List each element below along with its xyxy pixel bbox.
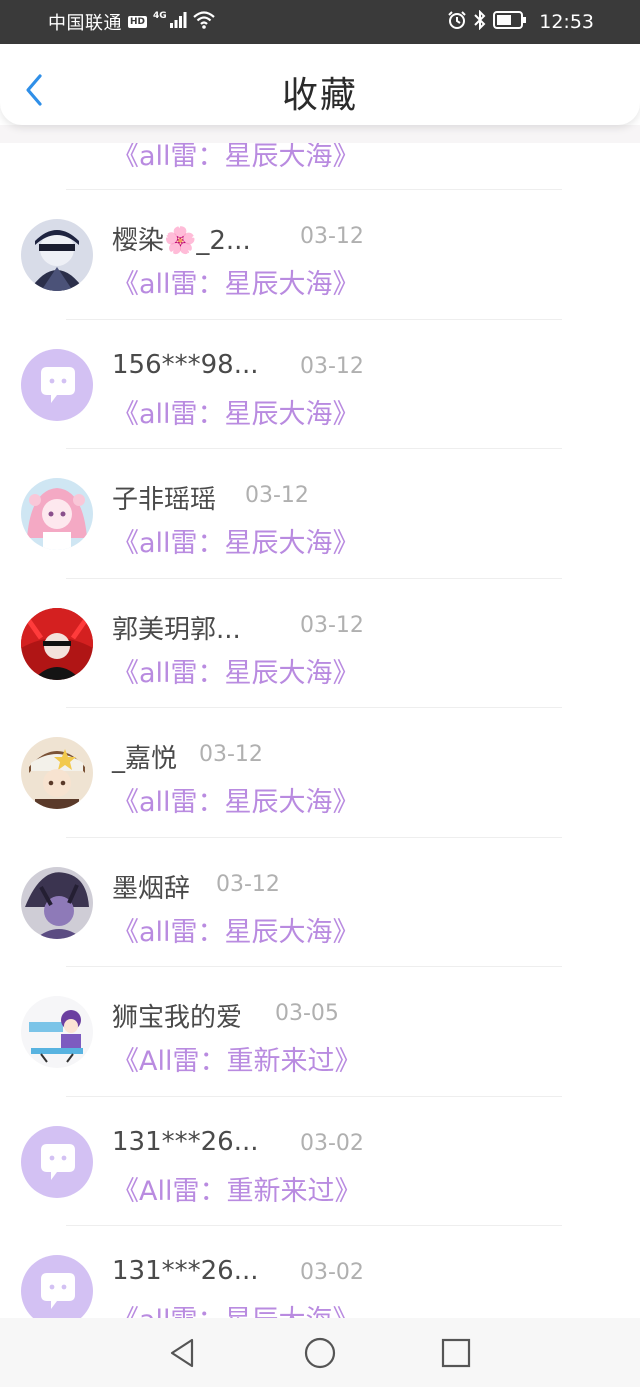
avatar (21, 219, 93, 291)
date-label: 03-02 (300, 1130, 364, 1156)
hd-badge: HD (128, 16, 148, 28)
triangle-back-icon (170, 1338, 194, 1368)
favorites-list-viewport[interactable]: 《all雷：星辰大海》 樱染🌸_2... 03-12 《all雷：星辰大海》 1… (0, 125, 640, 1318)
avatar (21, 1255, 93, 1318)
list-item[interactable]: _嘉悦 03-12 《all雷：星辰大海》 (0, 708, 640, 838)
user-name[interactable]: 131***26... (112, 1127, 259, 1157)
work-title-link[interactable]: 《All雷：重新来过》 (112, 1169, 361, 1208)
work-title-link[interactable]: 《all雷：星辰大海》 (112, 521, 360, 560)
favorites-list: 《all雷：星辰大海》 樱染🌸_2... 03-12 《all雷：星辰大海》 1… (0, 125, 640, 1318)
date-label: 03-12 (245, 483, 309, 508)
list-item[interactable]: 樱染🌸_2... 03-12 《all雷：星辰大海》 (0, 190, 640, 320)
date-label: 03-02 (300, 1260, 364, 1285)
list-item[interactable]: 郭美玥郭... 03-12 《all雷：星辰大海》 (0, 579, 640, 709)
work-title-link[interactable]: 《All雷：重新来过》 (112, 1039, 361, 1078)
carrier-name: 中国联通 (48, 13, 122, 34)
date-label: 03-12 (300, 353, 364, 379)
user-name[interactable]: 156***98... (112, 350, 259, 380)
user-name[interactable]: 子非瑶瑶 (112, 479, 216, 516)
avatar (21, 478, 93, 550)
header-divider (0, 125, 640, 143)
list-item[interactable]: 墨烟辞 03-12 《all雷：星辰大海》 (0, 838, 640, 968)
list-item[interactable]: 131***26... 03-02 《all雷：星辰大海》 (0, 1226, 640, 1318)
user-name[interactable]: 墨烟辞 (112, 868, 190, 905)
work-title-link[interactable]: 《all雷：星辰大海》 (112, 262, 360, 301)
work-title-link[interactable]: 《all雷：星辰大海》 (112, 651, 360, 690)
user-name[interactable]: _嘉悦 (112, 738, 177, 775)
list-item[interactable]: 156***98... 03-12 《all雷：星辰大海》 (0, 320, 640, 450)
network-type: 4G (153, 11, 167, 21)
bluetooth-icon (473, 9, 487, 34)
clock: 12:53 (539, 11, 594, 33)
work-title-link[interactable]: 《all雷：星辰大海》 (112, 392, 360, 431)
avatar (21, 737, 93, 809)
work-title-link[interactable]: 《all雷：星辰大海》 (112, 780, 360, 819)
chat-bubble-icon (21, 348, 93, 421)
alarm-icon (447, 10, 467, 34)
nav-back-button[interactable] (166, 1336, 200, 1370)
user-name[interactable]: 郭美玥郭... (112, 609, 241, 646)
date-label: 03-12 (300, 612, 364, 638)
nav-home-button[interactable] (303, 1336, 337, 1370)
avatar (21, 866, 93, 939)
nav-recents-button[interactable] (439, 1336, 473, 1370)
list-item[interactable]: 131***26... 03-02 《All雷：重新来过》 (0, 1097, 640, 1227)
avatar (21, 348, 93, 421)
date-label: 03-12 (300, 224, 364, 249)
date-label: 03-05 (275, 1001, 339, 1026)
system-nav-bar (0, 1318, 640, 1387)
battery-icon (493, 11, 527, 33)
circle-home-icon (304, 1337, 336, 1369)
date-label: 03-12 (216, 871, 280, 897)
page-title: 收藏 (281, 75, 358, 116)
avatar (21, 1125, 93, 1198)
avatar (21, 607, 93, 680)
avatar (21, 996, 93, 1068)
user-name[interactable]: 樱染🌸_2... (112, 220, 251, 257)
list-item[interactable]: 狮宝我的爱 03-05 《All雷：重新来过》 (0, 967, 640, 1097)
status-bar: 中国联通 HD 4G 12:53 (0, 0, 640, 44)
list-item[interactable]: 子非瑶瑶 03-12 《all雷：星辰大海》 (0, 449, 640, 579)
status-right: 12:53 (447, 9, 594, 34)
chat-bubble-icon (21, 1125, 93, 1198)
app-header: 收藏 (0, 44, 640, 125)
square-recents-icon (441, 1338, 471, 1368)
work-title-link[interactable]: 《all雷：星辰大海》 (112, 910, 360, 949)
chat-bubble-icon (21, 1255, 93, 1318)
user-name[interactable]: 狮宝我的爱 (112, 997, 242, 1034)
user-name[interactable]: 131***26... (112, 1256, 259, 1286)
status-left: 中国联通 HD 4G (48, 9, 215, 35)
work-title-link[interactable]: 《all雷：星辰大海》 (112, 1298, 360, 1318)
signal-icon (169, 12, 187, 32)
date-label: 03-12 (199, 742, 263, 767)
wifi-icon (192, 11, 215, 33)
